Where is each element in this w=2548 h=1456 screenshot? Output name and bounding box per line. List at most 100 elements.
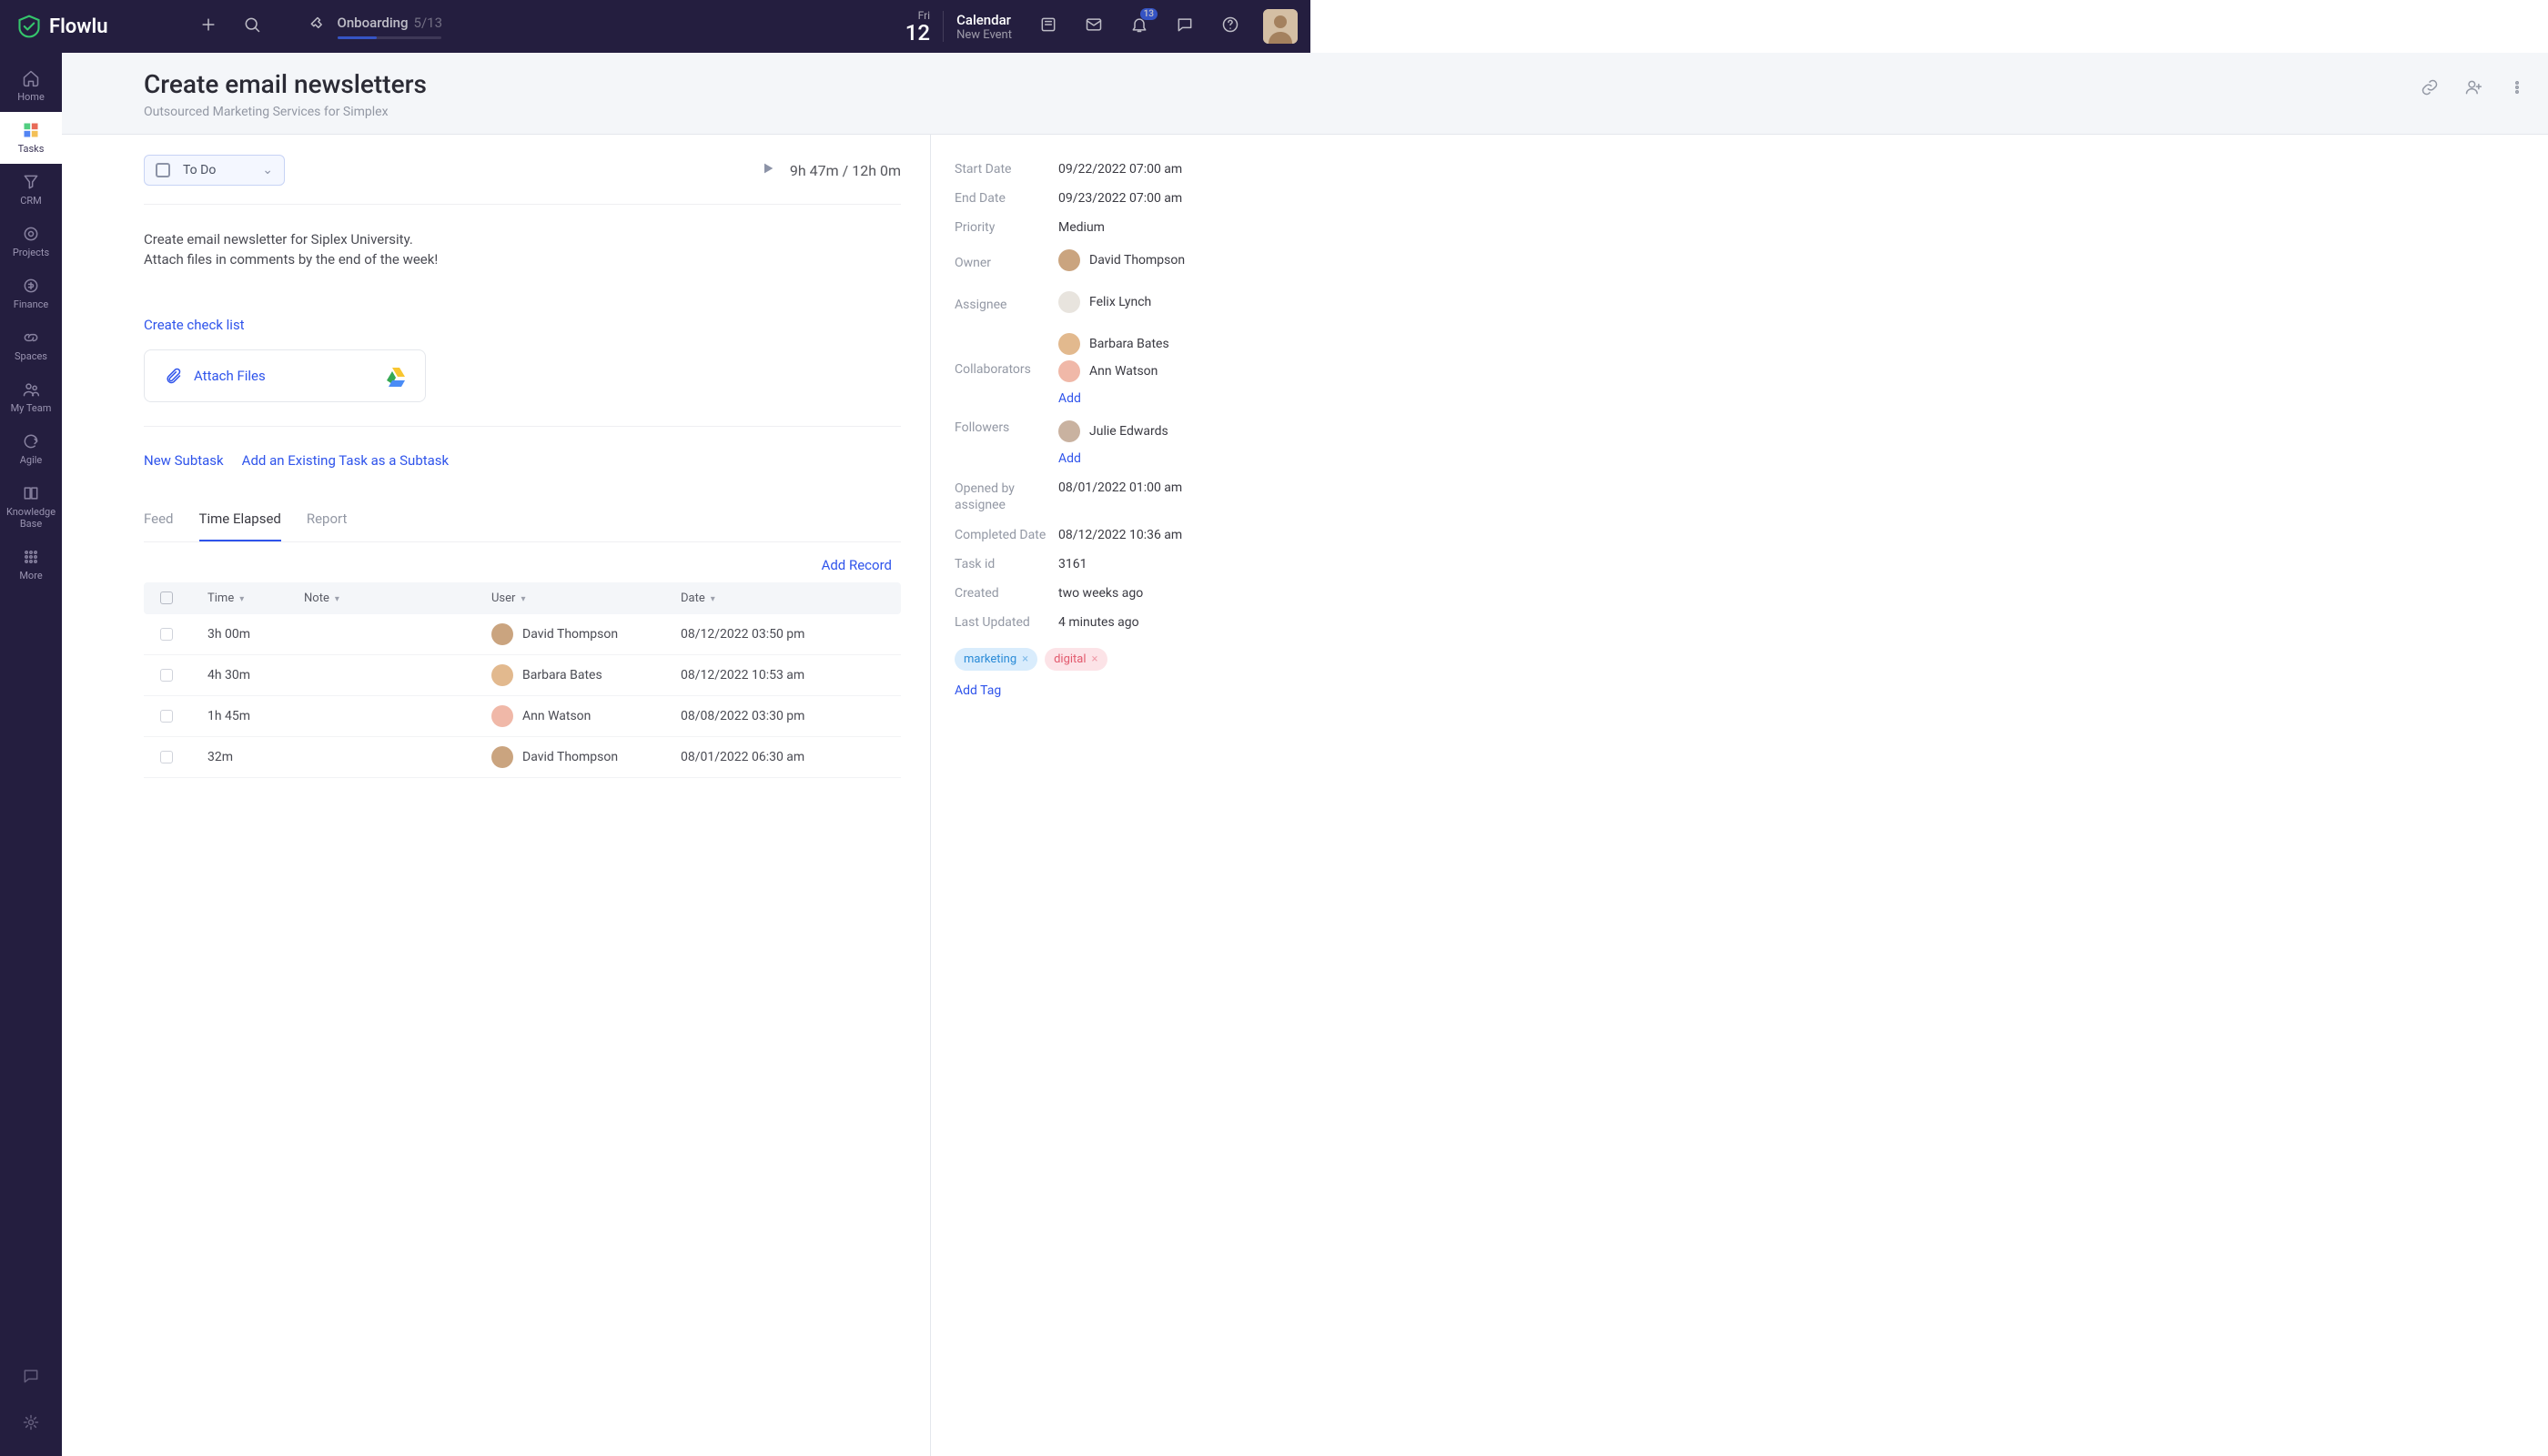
person[interactable]: Julie Edwards bbox=[1058, 420, 1168, 442]
onboarding-label-text: Onboarding bbox=[338, 15, 409, 31]
avatar bbox=[1058, 333, 1080, 355]
close-icon[interactable]: × bbox=[1092, 652, 1098, 666]
link-icon[interactable] bbox=[2421, 78, 2439, 100]
calendar-link[interactable]: Calendar New Event bbox=[956, 12, 1012, 42]
chat-icon[interactable] bbox=[1176, 15, 1194, 37]
row-user: Barbara Bates bbox=[491, 664, 681, 686]
add-tag-link[interactable]: Add Tag bbox=[955, 683, 1001, 698]
mail-icon[interactable] bbox=[1085, 15, 1103, 37]
meta-end-value: 09/23/2022 07:00 am bbox=[1058, 191, 1182, 206]
page-title: Create email newsletters bbox=[144, 69, 2466, 99]
row-time: 32m bbox=[207, 750, 304, 764]
col-date[interactable]: Date▾ bbox=[681, 592, 817, 605]
table-row[interactable]: 4h 30mBarbara Bates08/12/2022 10:53 am bbox=[144, 655, 901, 696]
gear-icon[interactable] bbox=[22, 1413, 40, 1434]
timer-value: 9h 47m / 12h 0m bbox=[790, 162, 901, 179]
rail-finance[interactable]: Finance bbox=[0, 268, 62, 319]
row-user: David Thompson bbox=[491, 623, 681, 645]
avatar bbox=[1058, 249, 1080, 271]
add-user-icon[interactable] bbox=[2464, 78, 2482, 100]
new-subtask-link[interactable]: New Subtask bbox=[144, 452, 224, 469]
tab-report[interactable]: Report bbox=[307, 511, 348, 541]
col-time[interactable]: Time▾ bbox=[207, 592, 304, 605]
add-follower-link[interactable]: Add bbox=[1058, 451, 1168, 466]
row-date: 08/08/2022 03:30 pm bbox=[681, 709, 817, 723]
sort-icon: ▾ bbox=[239, 594, 244, 604]
rail-spaces[interactable]: Spaces bbox=[0, 319, 62, 371]
meta-completed-value: 08/12/2022 10:36 am bbox=[1058, 528, 1182, 542]
add-existing-subtask-link[interactable]: Add an Existing Task as a Subtask bbox=[242, 452, 450, 469]
meta-created-value: two weeks ago bbox=[1058, 586, 1143, 601]
avatar bbox=[491, 623, 513, 645]
right-column: Start Date09/22/2022 07:00 am End Date09… bbox=[931, 135, 2548, 1456]
table-row[interactable]: 32mDavid Thompson08/01/2022 06:30 am bbox=[144, 737, 901, 778]
avatar bbox=[491, 664, 513, 686]
select-all-checkbox[interactable] bbox=[160, 592, 173, 604]
tab-time-elapsed[interactable]: Time Elapsed bbox=[199, 511, 281, 541]
person[interactable]: Barbara Bates bbox=[1058, 333, 1169, 355]
rail-crm[interactable]: CRM bbox=[0, 164, 62, 216]
pin-icon[interactable] bbox=[308, 15, 327, 37]
rail-projects[interactable]: Projects bbox=[0, 216, 62, 268]
add-record-link[interactable]: Add Record bbox=[822, 557, 892, 573]
row-date: 08/01/2022 06:30 am bbox=[681, 750, 817, 764]
help-icon[interactable] bbox=[1221, 15, 1239, 37]
row-checkbox[interactable] bbox=[160, 669, 173, 682]
owner-person[interactable]: David Thompson bbox=[1058, 249, 1185, 271]
rail-tasks[interactable]: Tasks bbox=[0, 112, 62, 164]
rail-myteam[interactable]: My Team bbox=[0, 371, 62, 423]
row-checkbox[interactable] bbox=[160, 710, 173, 723]
meta-priority-value: Medium bbox=[1058, 220, 1105, 235]
kebab-icon[interactable] bbox=[2508, 78, 2526, 100]
play-icon[interactable] bbox=[761, 161, 775, 179]
bell-icon[interactable]: 13 bbox=[1130, 15, 1148, 37]
table-row[interactable]: 1h 45mAnn Watson08/08/2022 03:30 pm bbox=[144, 696, 901, 737]
chat-bubble-icon[interactable] bbox=[22, 1367, 40, 1388]
meta-assignee-label: Assignee bbox=[955, 298, 1058, 312]
book-icon bbox=[22, 484, 40, 502]
attach-files-button[interactable]: Attach Files bbox=[144, 349, 426, 402]
status-dropdown[interactable]: To Do ⌄ bbox=[144, 155, 285, 186]
meta-owner-label: Owner bbox=[955, 256, 1058, 270]
search-icon[interactable] bbox=[243, 15, 261, 37]
refresh-icon bbox=[22, 432, 40, 450]
target-icon bbox=[22, 225, 40, 243]
avatar bbox=[491, 746, 513, 768]
create-checklist-link[interactable]: Create check list bbox=[144, 317, 245, 333]
profile-avatar[interactable] bbox=[1263, 9, 1298, 44]
page-subtitle: Outsourced Marketing Services for Simple… bbox=[144, 105, 2466, 119]
calendar-sub: New Event bbox=[956, 28, 1012, 42]
status-checkbox[interactable] bbox=[156, 163, 170, 177]
topbar: Flowlu Onboarding 5/13 Fri 12 Calendar N… bbox=[0, 0, 1310, 53]
tag[interactable]: digital× bbox=[1045, 648, 1107, 671]
plus-icon[interactable] bbox=[199, 15, 217, 37]
row-checkbox[interactable] bbox=[160, 751, 173, 763]
rail-home[interactable]: Home bbox=[0, 60, 62, 112]
brand-logo[interactable]: Flowlu bbox=[16, 14, 108, 39]
col-user[interactable]: User▾ bbox=[491, 592, 681, 605]
note-icon[interactable] bbox=[1039, 15, 1057, 37]
onboarding-link[interactable]: Onboarding 5/13 bbox=[338, 15, 443, 31]
close-icon[interactable]: × bbox=[1022, 652, 1028, 666]
google-drive-icon[interactable] bbox=[385, 365, 407, 387]
meta-priority-label: Priority bbox=[955, 220, 1058, 235]
add-collaborator-link[interactable]: Add bbox=[1058, 391, 1169, 406]
col-note[interactable]: Note▾ bbox=[304, 592, 491, 605]
table-row[interactable]: 3h 00mDavid Thompson08/12/2022 03:50 pm bbox=[144, 614, 901, 655]
rail-kb[interactable]: Knowledge Base bbox=[0, 475, 62, 539]
row-date: 08/12/2022 10:53 am bbox=[681, 668, 817, 682]
tag[interactable]: marketing× bbox=[955, 648, 1037, 671]
sort-icon: ▾ bbox=[521, 594, 525, 604]
onboarding-count: 5/13 bbox=[414, 15, 442, 31]
page-header: Create email newsletters Outsourced Mark… bbox=[62, 53, 2548, 135]
rail-agile[interactable]: Agile bbox=[0, 423, 62, 475]
date-day: 12 bbox=[905, 22, 930, 44]
assignee-person[interactable]: Felix Lynch bbox=[1058, 291, 1151, 313]
meta-updated-value: 4 minutes ago bbox=[1058, 615, 1139, 630]
tab-feed[interactable]: Feed bbox=[144, 511, 174, 541]
row-time: 1h 45m bbox=[207, 709, 304, 723]
row-checkbox[interactable] bbox=[160, 628, 173, 641]
person[interactable]: Ann Watson bbox=[1058, 360, 1169, 382]
date-block[interactable]: Fri 12 bbox=[905, 9, 930, 44]
rail-more[interactable]: More bbox=[0, 539, 62, 591]
